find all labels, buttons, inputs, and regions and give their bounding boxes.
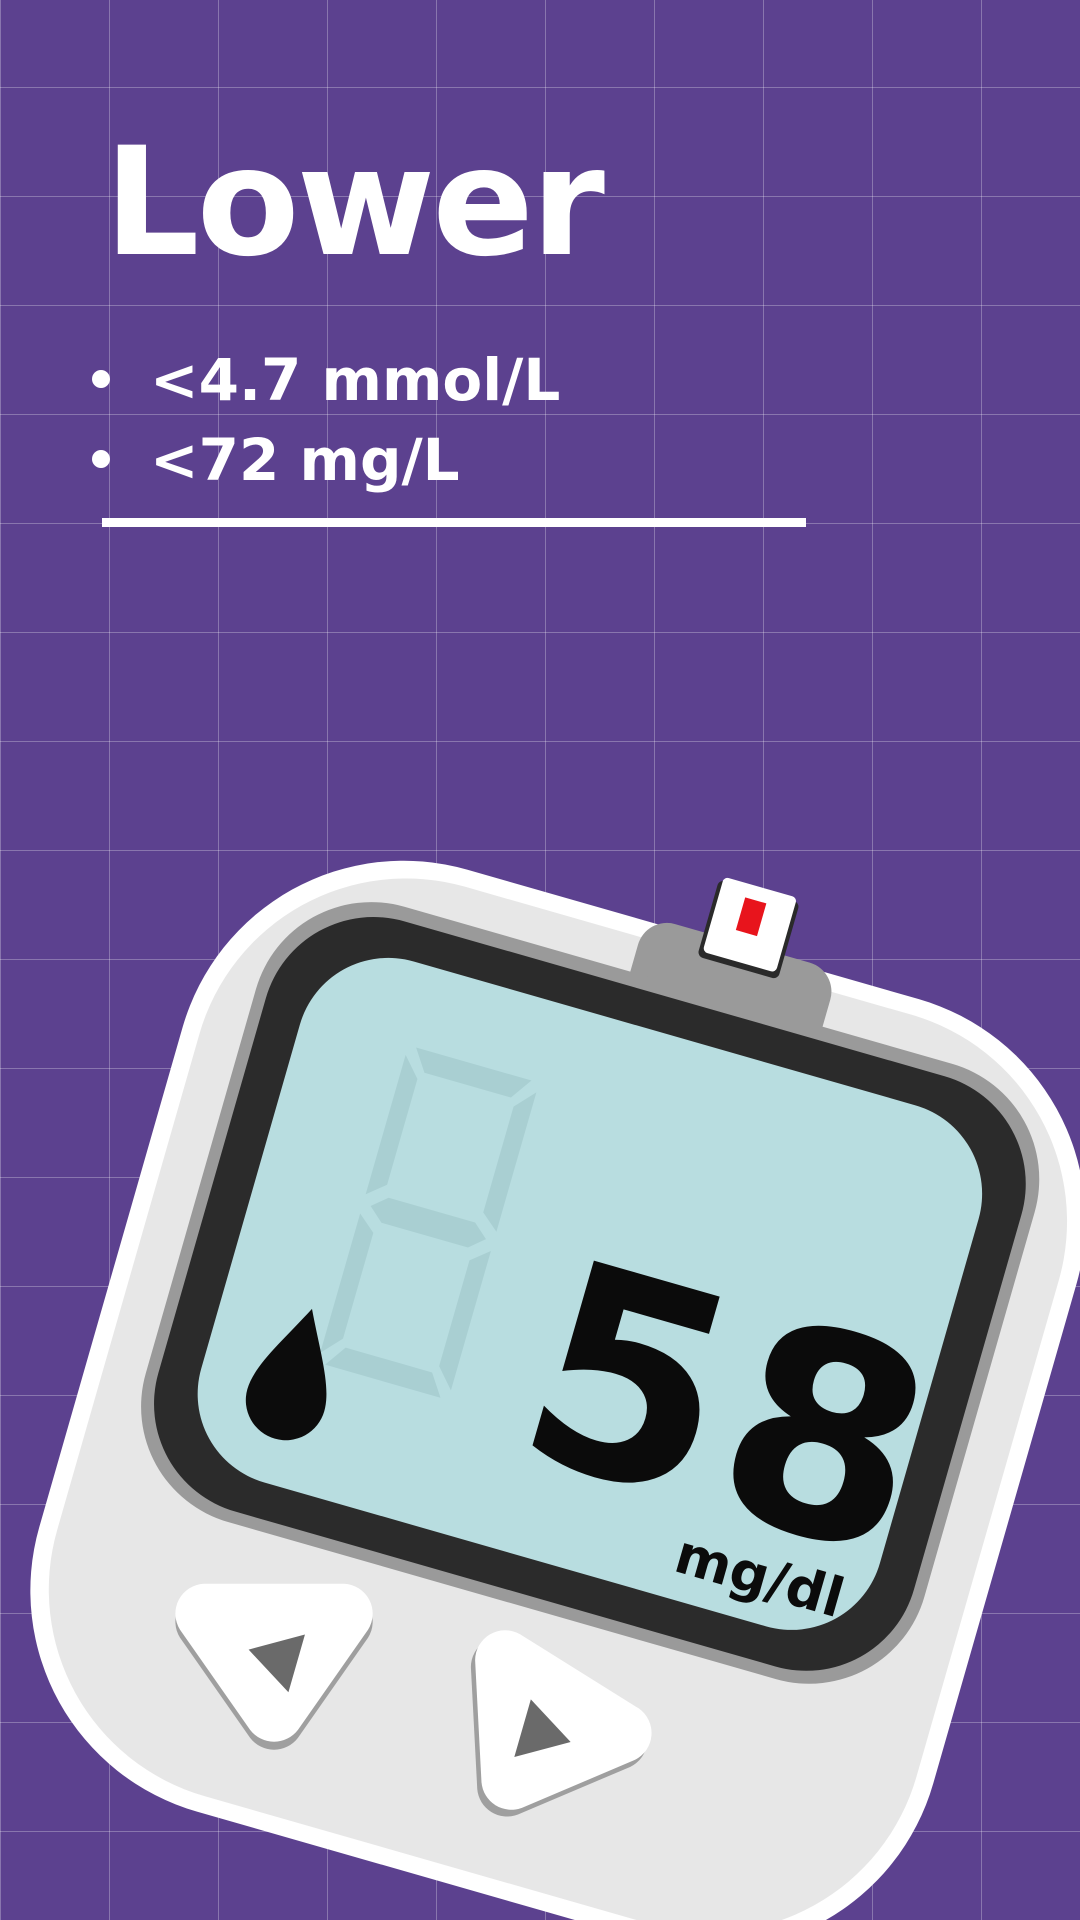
divider-line [102, 518, 806, 527]
bullet-dot [92, 450, 110, 468]
bullet-dot [92, 370, 110, 388]
range-item-mg: <72 mg/L [86, 420, 560, 500]
range-text-mmol: <4.7 mmol/L [150, 346, 561, 414]
range-item-mmol: <4.7 mmol/L [86, 340, 560, 420]
range-text-mg: <72 mg/L [150, 426, 460, 494]
glucose-meter-illustration: 58 mg/dl [30, 860, 1080, 1920]
range-list: <4.7 mmol/L <72 mg/L [86, 340, 560, 500]
page-title: Lower [104, 116, 605, 290]
